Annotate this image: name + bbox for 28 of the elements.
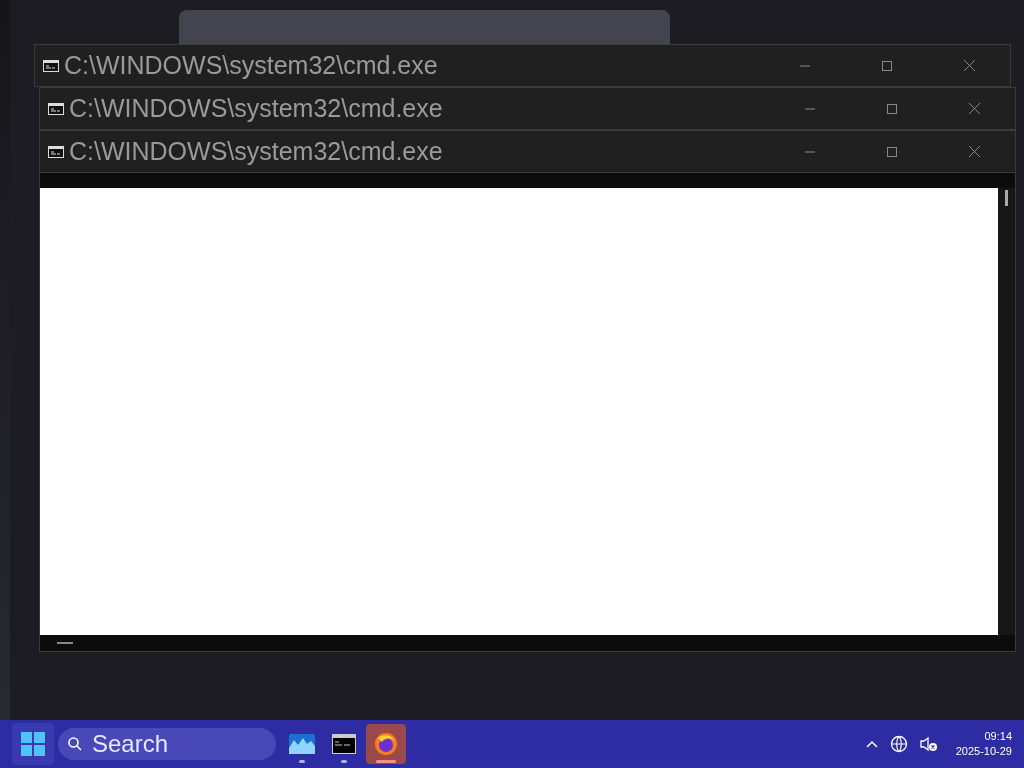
browser-icon — [374, 732, 398, 756]
windows-icon — [21, 732, 45, 756]
maximize-icon — [882, 60, 892, 71]
terminal-icon — [332, 734, 356, 754]
start-button[interactable] — [12, 723, 54, 765]
close-icon — [963, 60, 975, 71]
close-icon — [968, 103, 980, 114]
minimize-icon — [805, 107, 815, 110]
window-title: C:\WINDOWS\system32\cmd.exe — [64, 53, 438, 78]
clock-date: 2025-10-29 — [955, 744, 1012, 759]
chart-icon — [289, 734, 315, 754]
chevron-up-icon[interactable] — [865, 740, 878, 748]
terminal-icon — [43, 59, 59, 72]
search-icon — [68, 737, 82, 751]
minimize-icon — [805, 150, 815, 153]
maximize-icon — [887, 146, 897, 157]
terminal-icon — [48, 145, 64, 158]
window-title: C:\WINDOWS\system32\cmd.exe — [69, 139, 443, 164]
close-icon — [968, 146, 980, 157]
window-title: C:\WINDOWS\system32\cmd.exe — [69, 96, 443, 121]
search-field[interactable]: Search — [58, 728, 276, 760]
maximize-icon — [887, 103, 897, 114]
globe-icon[interactable] — [889, 735, 908, 753]
terminal-icon — [48, 102, 64, 115]
clock[interactable]: 09:14 2025-10-29 — [955, 729, 1012, 759]
clock-time: 09:14 — [984, 729, 1012, 744]
minimize-icon — [800, 64, 810, 67]
speaker-muted-icon[interactable] — [919, 736, 938, 752]
